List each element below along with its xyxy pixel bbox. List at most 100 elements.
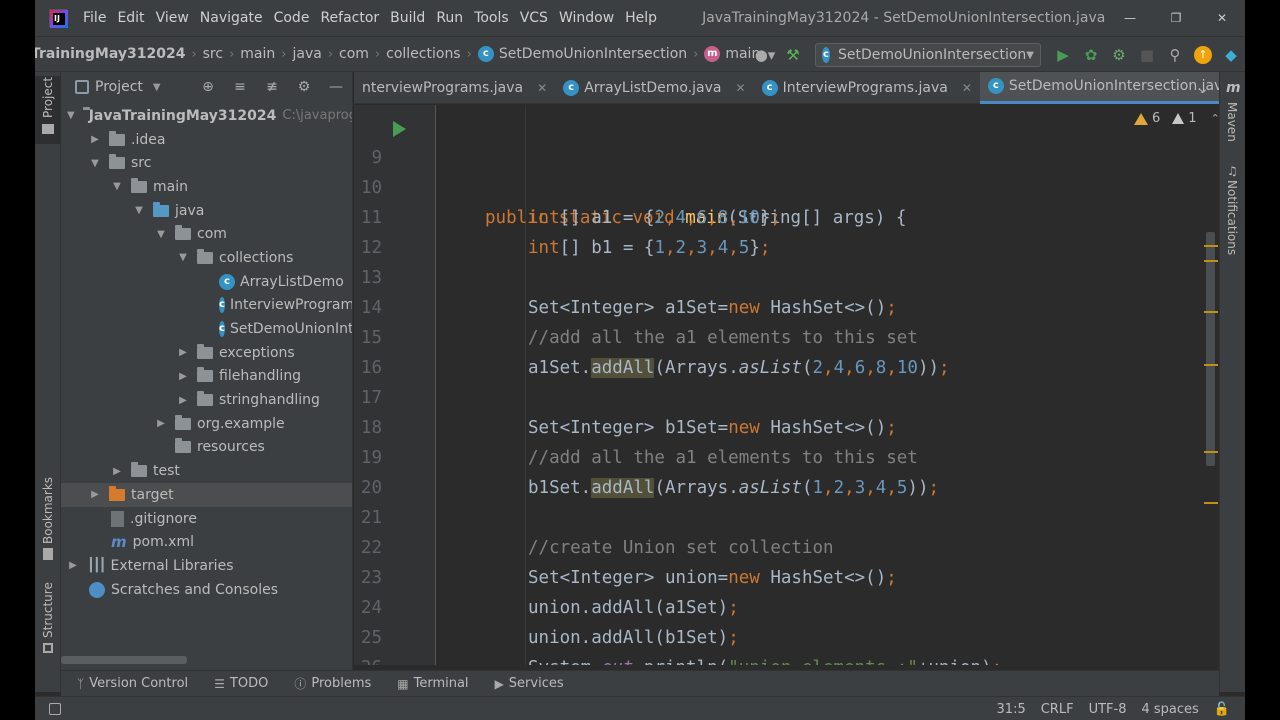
expand-all-icon[interactable]: ≡ xyxy=(224,73,256,101)
restore-icon[interactable]: ❐ xyxy=(1153,0,1199,36)
stop-icon[interactable]: ■ xyxy=(1133,41,1161,69)
tree-item-org-example[interactable]: ▶ org.example xyxy=(61,412,352,436)
user-profile-icon[interactable]: ●▾ xyxy=(751,41,779,69)
menu-edit[interactable]: Edit xyxy=(117,10,144,26)
problems-tool-button[interactable]: ⓘ Problems xyxy=(294,675,371,692)
hide-panel-icon[interactable]: — xyxy=(320,73,352,101)
settings-gear-icon[interactable]: ⚙ xyxy=(288,73,320,101)
close-window-icon[interactable]: ✕ xyxy=(1199,0,1245,36)
tab-arraylistdemo[interactable]: c ArrayListDemo.java ✕ xyxy=(555,72,753,104)
bookmarks-stripe-label[interactable]: Bookmarks xyxy=(41,477,55,544)
project-panel-title[interactable]: Project xyxy=(95,79,143,95)
tree-item-scratches[interactable]: Scratches and Consoles xyxy=(61,578,352,602)
notifications-stripe-label[interactable]: Notifications xyxy=(1225,180,1239,255)
tree-item-external-libraries[interactable]: ▶ ┃┃┃ External Libraries xyxy=(61,554,352,578)
build-hammer-icon[interactable]: ⚒ xyxy=(779,41,807,69)
run-icon[interactable]: ▶ xyxy=(1049,41,1077,69)
breadcrumb-com[interactable]: com xyxy=(339,46,369,62)
tab-interviewprograms[interactable]: c InterviewPrograms.java ✕ xyxy=(754,72,980,104)
minimize-icon[interactable]: — xyxy=(1107,0,1153,36)
chevron-down-icon[interactable]: ▼ xyxy=(153,82,161,93)
menu-navigate[interactable]: Navigate xyxy=(200,10,263,26)
breadcrumb-class[interactable]: c SetDemoUnionIntersection xyxy=(477,46,687,62)
tree-item-resources[interactable]: ▶ resources xyxy=(61,436,352,460)
tree-item-java[interactable]: ▼ java xyxy=(61,199,352,223)
terminal-tool-button[interactable]: ▦ Terminal xyxy=(397,676,468,691)
chevron-right-icon[interactable]: ▶ xyxy=(67,560,79,571)
tree-item-setdemounionintersection[interactable]: c SetDemoUnionInte xyxy=(61,317,352,341)
version-control-tool-button[interactable]: ᛉ Version Control xyxy=(77,676,188,691)
coverage-icon[interactable]: ⚙ xyxy=(1105,41,1133,69)
project-stripe-label[interactable]: Project xyxy=(41,77,55,118)
code-editor[interactable]: 6 1 ⌃ ⌄ 9 public static void main(String… xyxy=(354,105,1218,665)
chevron-down-icon[interactable]: ▼ xyxy=(111,181,123,192)
debug-icon[interactable]: ✿ xyxy=(1077,41,1105,69)
notifications-bell-icon[interactable]: ♫ xyxy=(1227,164,1238,178)
menu-code[interactable]: Code xyxy=(274,10,310,26)
breadcrumb-src[interactable]: src xyxy=(203,46,223,62)
chevron-right-icon[interactable]: ▶ xyxy=(111,466,123,477)
warning-marker[interactable] xyxy=(1204,502,1218,504)
chevron-down-icon[interactable]: ▼ xyxy=(89,158,101,169)
tree-item-arraylistdemo[interactable]: c ArrayListDemo xyxy=(61,270,352,294)
breadcrumb-java[interactable]: java xyxy=(292,46,321,62)
close-icon[interactable]: ✕ xyxy=(962,81,972,95)
chevron-right-icon[interactable]: ▶ xyxy=(155,418,167,429)
tree-item-pom-xml[interactable]: m pom.xml xyxy=(61,530,352,554)
warning-marker[interactable] xyxy=(1204,451,1218,453)
tree-item-idea[interactable]: ▶ .idea xyxy=(61,128,352,152)
menu-tools[interactable]: Tools xyxy=(474,10,509,26)
chevron-right-icon[interactable]: ▶ xyxy=(89,489,101,500)
chevron-right-icon[interactable]: ▶ xyxy=(177,395,189,406)
menu-file[interactable]: File xyxy=(83,10,106,26)
tree-item-target[interactable]: ▶ target xyxy=(61,483,352,507)
menu-view[interactable]: View xyxy=(156,10,189,26)
chevron-down-icon[interactable]: ⌄ xyxy=(1189,74,1217,102)
editor-vertical-scrollbar[interactable] xyxy=(1206,232,1215,466)
services-tool-button[interactable]: ▶ Services xyxy=(495,676,564,691)
intellij-logo-icon[interactable]: IJ xyxy=(49,9,68,28)
run-main-icon[interactable] xyxy=(393,121,406,137)
todo-tool-button[interactable]: ☰ TODO xyxy=(214,676,268,691)
tab-interviewprograms-partial[interactable]: nterviewPrograms.java ✕ xyxy=(354,72,555,104)
menu-refactor[interactable]: Refactor xyxy=(320,10,379,26)
horizontal-scrollbar[interactable] xyxy=(61,656,187,664)
tree-item-com[interactable]: ▼ com xyxy=(61,222,352,246)
line-separator[interactable]: CRLF xyxy=(1041,702,1074,717)
breadcrumb-collections[interactable]: collections xyxy=(386,46,460,62)
close-icon[interactable]: ✕ xyxy=(537,81,547,95)
toggle-tool-windows-icon[interactable] xyxy=(49,702,61,715)
collapse-all-icon[interactable]: ≢ xyxy=(256,73,288,101)
menu-run[interactable]: Run xyxy=(436,10,463,26)
warning-marker[interactable] xyxy=(1204,260,1218,262)
file-encoding[interactable]: UTF-8 xyxy=(1089,702,1127,717)
lock-icon[interactable]: 🔓 xyxy=(1214,702,1230,717)
tree-item-project-root[interactable]: ▼ JavaTrainingMay312024 C:\javaprogr xyxy=(61,104,352,128)
tree-item-main[interactable]: ▼ main xyxy=(61,175,352,199)
chevron-right-icon[interactable]: ▶ xyxy=(89,134,101,145)
chevron-right-icon[interactable]: ▶ xyxy=(177,371,189,382)
tree-item-src[interactable]: ▼ src xyxy=(61,151,352,175)
update-icon[interactable]: ↑ xyxy=(1189,41,1217,69)
maven-stripe-label[interactable]: Maven xyxy=(1225,102,1239,142)
locate-file-icon[interactable]: ⊕ xyxy=(192,73,224,101)
run-configuration-select[interactable]: c SetDemoUnionIntersection ▼ xyxy=(815,43,1041,67)
chevron-down-icon[interactable]: ▼ xyxy=(67,110,75,121)
tree-item-exceptions[interactable]: ▶ exceptions xyxy=(61,341,352,365)
structure-stripe-label[interactable]: Structure xyxy=(41,582,55,638)
caret-position[interactable]: 31:5 xyxy=(997,702,1026,717)
breadcrumb-project[interactable]: TrainingMay312024 xyxy=(35,46,185,62)
maven-icon[interactable]: m xyxy=(1226,80,1241,96)
jetbrains-ai-icon[interactable]: ◆ xyxy=(1217,41,1245,69)
chevron-down-icon[interactable]: ▼ xyxy=(133,205,145,216)
breadcrumb-main[interactable]: main xyxy=(240,46,275,62)
warning-marker[interactable] xyxy=(1204,364,1218,366)
close-icon[interactable]: ✕ xyxy=(736,81,746,95)
tree-item-filehandling[interactable]: ▶ filehandling xyxy=(61,365,352,389)
chevron-right-icon[interactable]: ▶ xyxy=(177,347,189,358)
search-icon[interactable]: ⚲ xyxy=(1161,41,1189,69)
indent-setting[interactable]: 4 spaces xyxy=(1141,702,1198,717)
warning-marker[interactable] xyxy=(1204,311,1218,313)
menu-build[interactable]: Build xyxy=(390,10,425,26)
menu-vcs[interactable]: VCS xyxy=(520,10,548,26)
